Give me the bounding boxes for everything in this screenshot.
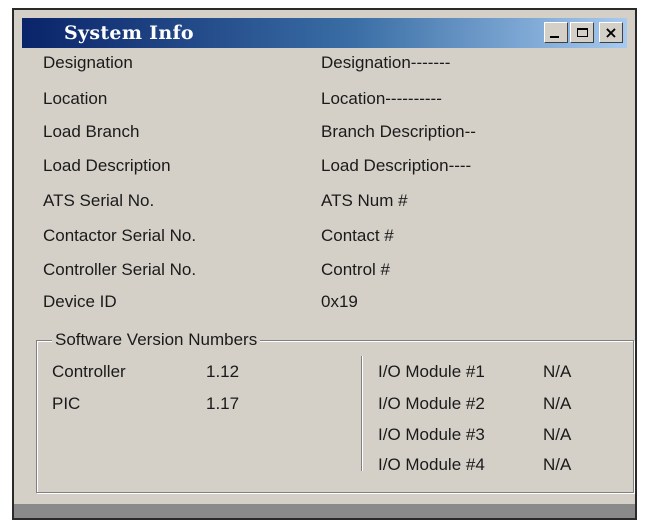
designation-label: Designation	[43, 53, 133, 72]
minimize-icon	[550, 36, 559, 38]
close-button[interactable]: ×	[599, 22, 623, 43]
contactor-serial-value: Contact #	[321, 226, 394, 245]
close-icon: ×	[604, 22, 618, 42]
ats-serial-label: ATS Serial No.	[43, 191, 155, 210]
controller-serial-label: Controller Serial No.	[43, 260, 197, 279]
controller-serial-value: Control #	[321, 260, 390, 279]
sw-controller-value: 1.12	[206, 362, 240, 381]
load-description-value: Load Description----	[321, 156, 472, 175]
sw-controller-label: Controller	[52, 362, 126, 381]
io-module-1-label: I/O Module #1	[378, 362, 485, 381]
window-bottom-border	[14, 504, 635, 518]
location-label: Location	[43, 89, 108, 108]
software-version-legend: Software Version Numbers	[52, 330, 261, 350]
io-module-4-label: I/O Module #4	[378, 455, 485, 474]
group-divider	[361, 356, 363, 471]
sw-pic-value: 1.17	[206, 394, 240, 413]
io-module-4-value: N/A	[543, 455, 572, 474]
maximize-button[interactable]	[570, 22, 594, 43]
minimize-button[interactable]	[544, 22, 568, 43]
system-info-window: System Info × Designation Designation---…	[12, 8, 637, 520]
contactor-serial-label: Contactor Serial No.	[43, 226, 197, 245]
maximize-icon	[576, 28, 588, 37]
io-module-2-label: I/O Module #2	[378, 394, 485, 413]
io-module-2-value: N/A	[543, 394, 572, 413]
ats-serial-value: ATS Num #	[321, 191, 408, 210]
load-branch-label: Load Branch	[43, 122, 140, 141]
load-branch-value: Branch Description--	[321, 122, 476, 141]
io-module-3-label: I/O Module #3	[378, 425, 485, 444]
window-title: System Info	[64, 22, 194, 44]
designation-value: Designation-------	[321, 53, 451, 72]
sw-pic-label: PIC	[52, 394, 81, 413]
title-bar[interactable]: System Info ×	[22, 18, 627, 48]
load-description-label: Load Description	[43, 156, 171, 175]
title-buttons: ×	[544, 22, 623, 43]
location-value: Location----------	[321, 89, 442, 108]
io-module-3-value: N/A	[543, 425, 572, 444]
io-module-1-value: N/A	[543, 362, 572, 381]
device-id-value: 0x19	[321, 292, 358, 311]
device-id-label: Device ID	[43, 292, 117, 311]
